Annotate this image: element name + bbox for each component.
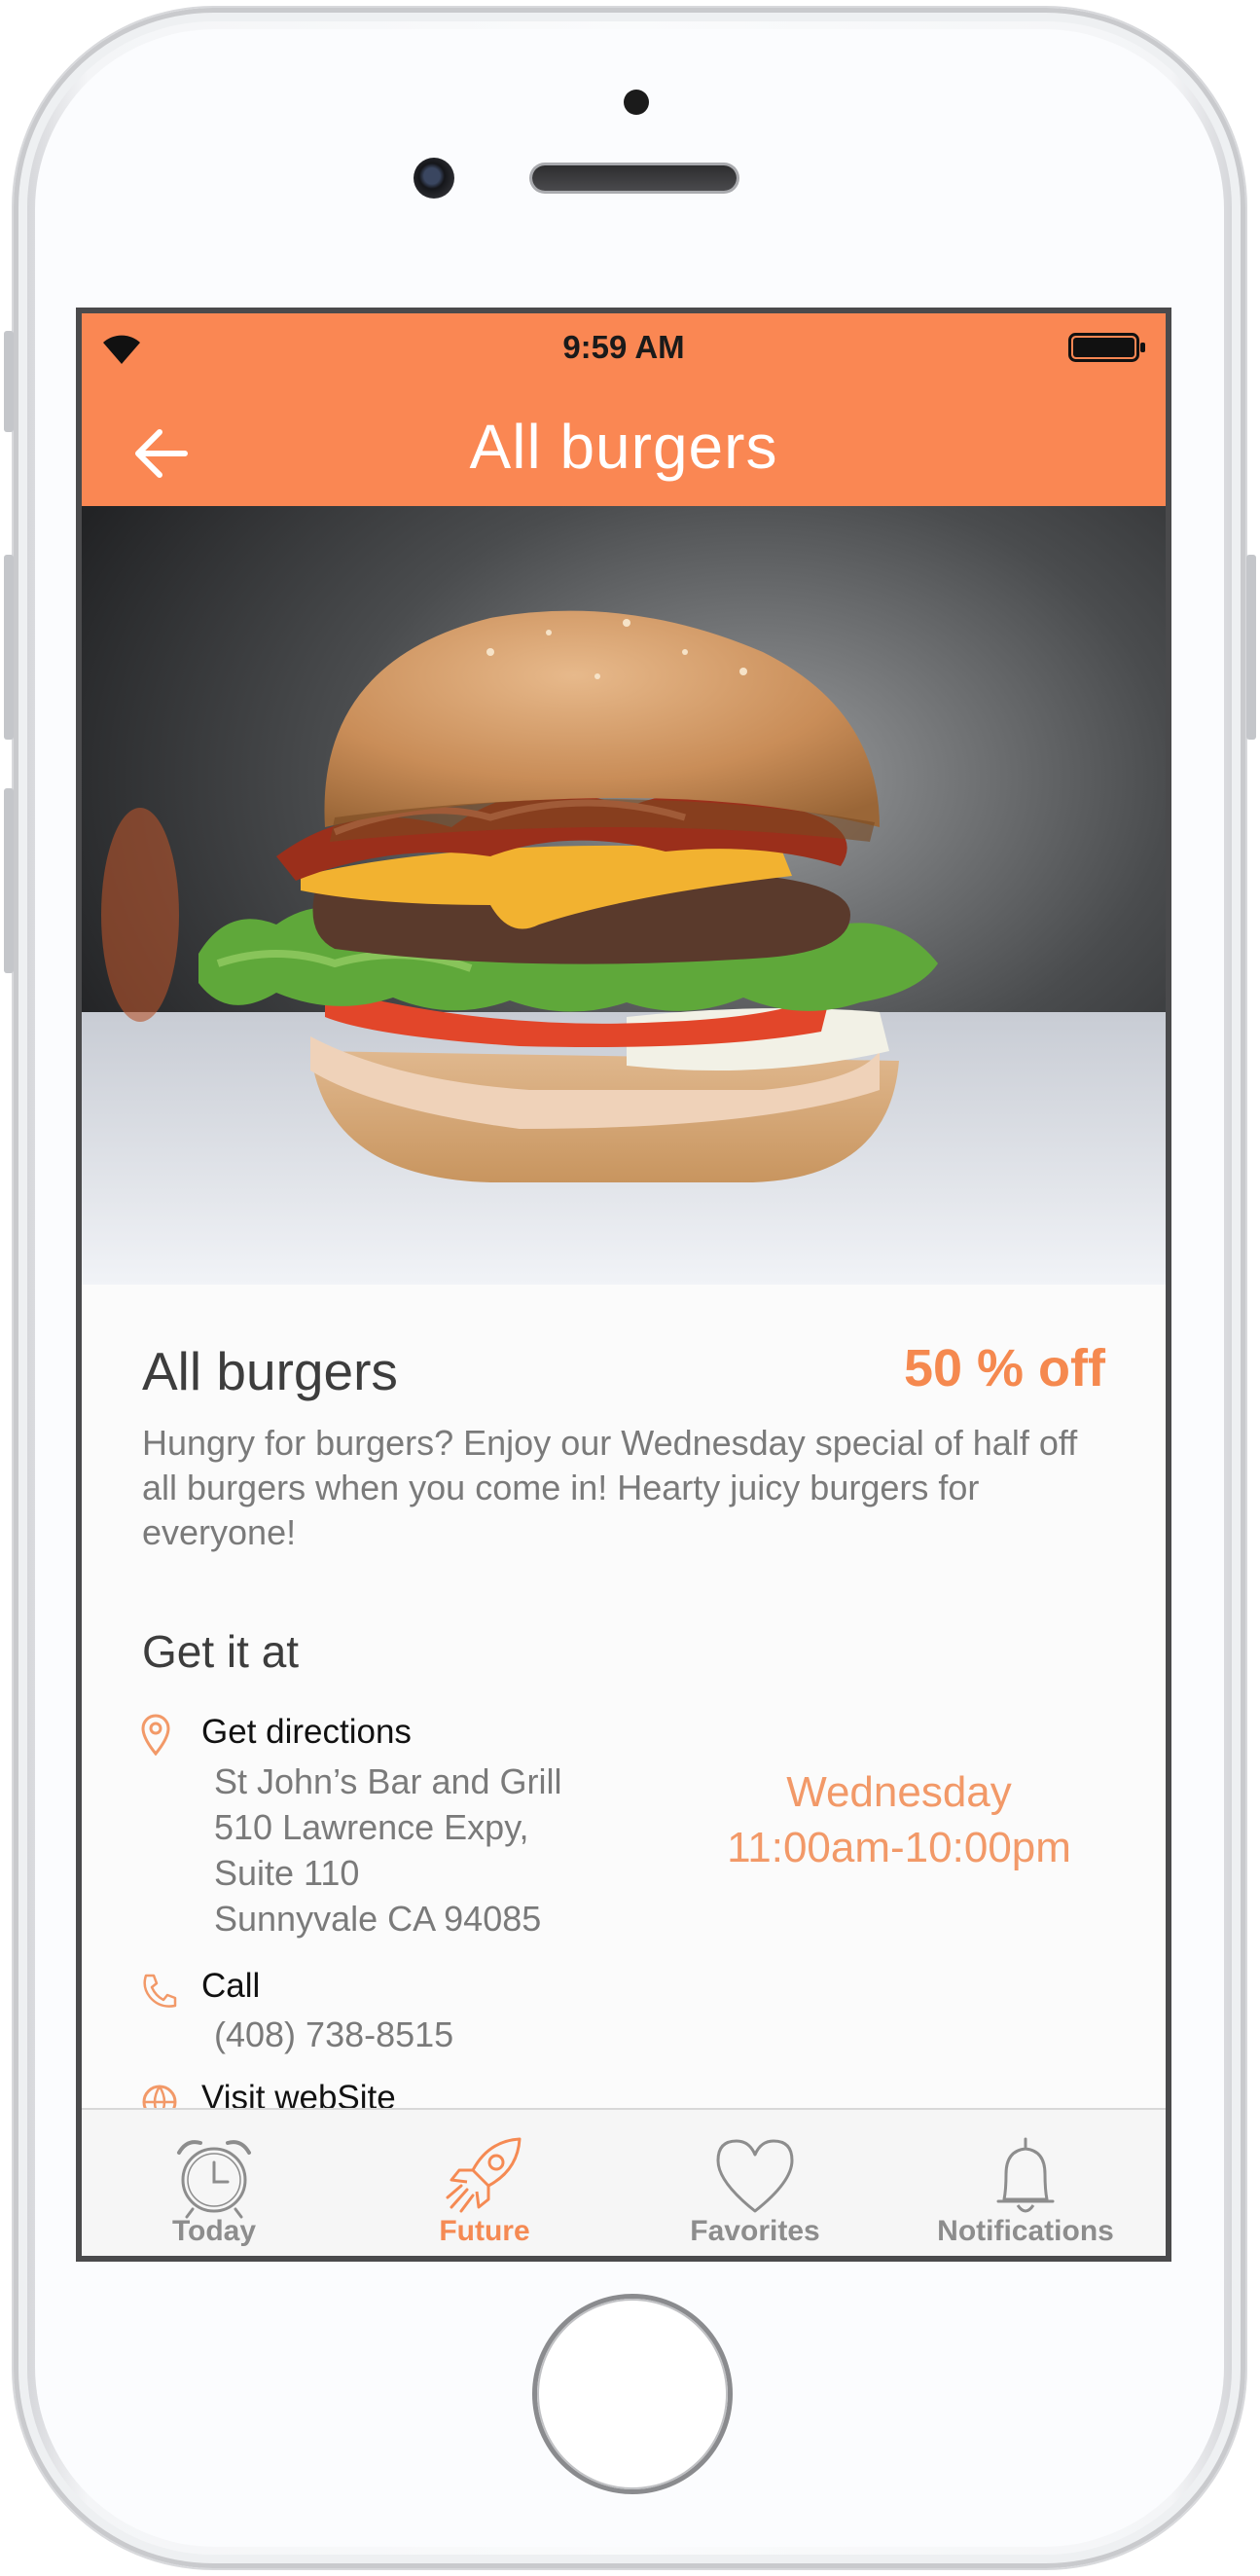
front-camera bbox=[414, 158, 454, 199]
discount-badge: 50 % off bbox=[903, 1339, 1105, 1397]
address: St John’s Bar and Grill 510 Lawrence Exp… bbox=[214, 1759, 562, 1941]
tab-label: Today bbox=[171, 2215, 257, 2247]
volume-down-button bbox=[4, 788, 14, 973]
address-line: 510 Lawrence Expy, bbox=[214, 1807, 529, 1847]
app-screen: 9:59 AM All burgers All burgers 50 % off… bbox=[82, 313, 1166, 2256]
burger-photo bbox=[82, 506, 1166, 1285]
tab-label: Notifications bbox=[937, 2215, 1114, 2247]
nav-title: All burgers bbox=[469, 412, 778, 482]
proximity-sensor bbox=[624, 90, 649, 115]
power-button bbox=[1246, 555, 1256, 740]
phone-number[interactable]: (408) 738-8515 bbox=[214, 2014, 453, 2055]
opening-hours: Wednesday 11:00am-10:00pm bbox=[685, 1764, 1113, 1875]
location-heading: Get it at bbox=[142, 1626, 300, 1677]
tab-today[interactable]: Today bbox=[117, 2110, 311, 2256]
alarm-clock-icon bbox=[177, 2140, 251, 2219]
deal-title: All burgers bbox=[142, 1341, 398, 1401]
deal-details: All burgers 50 % off Hungry for burgers?… bbox=[82, 1285, 1166, 2121]
earpiece-speaker bbox=[532, 165, 737, 191]
rocket-icon bbox=[446, 2137, 522, 2213]
deal-description: Hungry for burgers? Enjoy our Wednesday … bbox=[142, 1423, 1078, 1552]
phone-icon bbox=[143, 1974, 177, 2008]
address-line: Sunnyvale CA 94085 bbox=[214, 1899, 542, 1939]
get-directions-link[interactable]: Get directions bbox=[201, 1713, 412, 1752]
status-time: 9:59 AM bbox=[562, 329, 685, 365]
home-button[interactable] bbox=[537, 2299, 728, 2489]
address-line: Suite 110 bbox=[214, 1853, 360, 1893]
location-pin-icon bbox=[141, 1714, 170, 1756]
battery-icon bbox=[1068, 333, 1145, 362]
opening-day: Wednesday bbox=[786, 1768, 1012, 1816]
heart-icon bbox=[716, 2139, 794, 2213]
bell-icon bbox=[996, 2137, 1055, 2213]
mute-switch bbox=[4, 331, 14, 432]
tab-notifications[interactable]: Notifications bbox=[928, 2110, 1123, 2256]
status-bar: 9:59 AM bbox=[82, 313, 1166, 381]
tab-label: Favorites bbox=[690, 2215, 820, 2247]
tab-future[interactable]: Future bbox=[387, 2110, 582, 2256]
tab-label: Future bbox=[439, 2215, 530, 2247]
call-link[interactable]: Call bbox=[201, 1967, 260, 2006]
volume-up-button bbox=[4, 555, 14, 740]
tab-favorites[interactable]: Favorites bbox=[658, 2110, 852, 2256]
back-arrow-icon[interactable] bbox=[130, 422, 193, 485]
app-header: 9:59 AM All burgers bbox=[82, 313, 1166, 506]
tab-bar: Today Future Favorites Notifications bbox=[82, 2108, 1166, 2256]
opening-time: 11:00am-10:00pm bbox=[727, 1824, 1071, 1871]
address-line: St John’s Bar and Grill bbox=[214, 1761, 562, 1801]
